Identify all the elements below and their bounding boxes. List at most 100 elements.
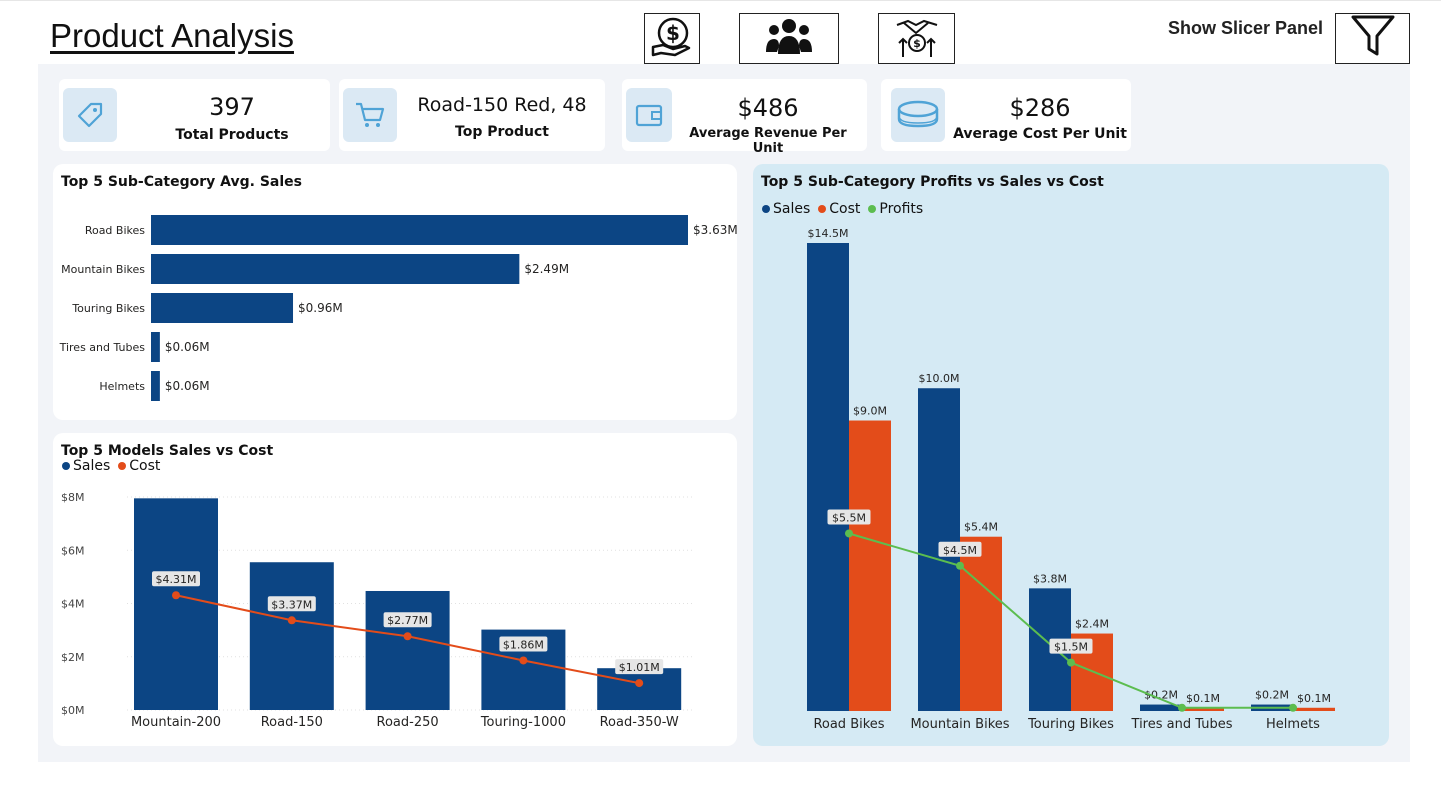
kpi-value: Road-150 Red, 48 bbox=[417, 94, 587, 116]
bar bbox=[151, 293, 294, 323]
category-label: Road Bikes bbox=[85, 224, 145, 237]
slicer-panel-button[interactable] bbox=[1335, 13, 1410, 64]
kpi-card-total-products: 397 Total Products bbox=[59, 79, 330, 151]
bar bbox=[151, 371, 160, 401]
sales-bar bbox=[249, 562, 334, 710]
cost-bar bbox=[960, 536, 1002, 711]
kpi-value: $486 bbox=[737, 94, 799, 122]
cost-data-label: $9.0M bbox=[853, 405, 887, 418]
x-tick-label: Road-150 bbox=[261, 715, 323, 730]
kpi-label: Total Products bbox=[175, 127, 289, 143]
bar bbox=[151, 254, 520, 284]
y-tick-label: $6M bbox=[61, 544, 85, 557]
filter-icon bbox=[1350, 14, 1396, 63]
models-sales-cost-chart: $0M $2M $4M $6M $8M Mountain-200 Road-150 Road-… bbox=[61, 491, 694, 730]
kpi-label: Top Product bbox=[455, 124, 549, 140]
x-tick-label: Road-250 bbox=[377, 715, 439, 730]
cost-data-label: $0.1M bbox=[1186, 692, 1220, 705]
data-label: $1.86M bbox=[503, 638, 544, 651]
sales-data-label: $0.2M bbox=[1255, 689, 1289, 702]
x-tick-label: Mountain Bikes bbox=[910, 717, 1009, 732]
tag-icon bbox=[63, 88, 117, 142]
subcategory-avg-sales-panel: Top 5 Sub-Category Avg. Sales Road Bikes… bbox=[53, 164, 737, 420]
cost-point bbox=[287, 616, 296, 625]
kpi-card-top-product: Road-150 Red, 48 Top Product bbox=[339, 79, 605, 151]
x-tick-label: Road Bikes bbox=[813, 717, 884, 732]
y-tick-label: $8M bbox=[61, 491, 85, 504]
top-bar: Product Analysis $ $ Show Slicer Panel bbox=[0, 0, 1441, 64]
kpi-card-avg-revenue: $486 Average Revenue Per Unit bbox=[622, 79, 867, 156]
category-label: Helmets bbox=[99, 380, 145, 393]
data-label: $3.37M bbox=[271, 598, 312, 611]
svg-text:$: $ bbox=[913, 37, 921, 50]
subcategory-avg-sales-chart: Road Bikes $3.63M Mountain Bikes $2.49M Tour… bbox=[59, 215, 737, 401]
coins-icon bbox=[891, 88, 945, 142]
sales-analysis-nav-button[interactable]: $ bbox=[644, 13, 700, 64]
kpi-value: $286 bbox=[1009, 94, 1071, 122]
kpi-card-avg-cost: $286 Average Cost Per Unit bbox=[881, 79, 1131, 151]
profits-data-label: $5.5M bbox=[832, 511, 866, 524]
sales-bar bbox=[134, 498, 218, 710]
page-title: Product Analysis bbox=[50, 17, 294, 54]
data-label: $0.96M bbox=[298, 301, 343, 315]
sales-data-label: $3.8M bbox=[1033, 572, 1067, 585]
kpi-label: Average Cost Per Unit bbox=[953, 126, 1127, 142]
cost-data-label: $0.1M bbox=[1297, 692, 1331, 705]
money-hand-icon: $ bbox=[649, 13, 695, 64]
profits-data-label: $4.5M bbox=[943, 544, 977, 557]
wallet-icon bbox=[626, 88, 672, 142]
data-label: $3.63M bbox=[693, 223, 737, 237]
cost-point bbox=[403, 632, 412, 641]
data-label: $2.49M bbox=[524, 262, 569, 276]
profits-point bbox=[1067, 658, 1075, 667]
cost-bar bbox=[1293, 707, 1335, 711]
x-tick-label: Helmets bbox=[1266, 717, 1320, 732]
cart-icon bbox=[343, 88, 397, 142]
cost-data-label: $5.4M bbox=[964, 521, 998, 534]
x-tick-label: Mountain-200 bbox=[131, 715, 221, 730]
kpi-value: 397 bbox=[209, 93, 255, 121]
y-tick-label: $0M bbox=[61, 704, 85, 717]
x-tick-label: Touring-1000 bbox=[480, 715, 566, 730]
cost-data-label: $2.4M bbox=[1075, 618, 1109, 631]
profits-point bbox=[1178, 703, 1186, 712]
deals-analysis-nav-button[interactable]: $ bbox=[878, 13, 955, 64]
sales-bar bbox=[807, 243, 849, 711]
x-tick-label: Touring Bikes bbox=[1027, 717, 1114, 732]
subcategory-profits-chart: $14.5M $9.0M Road Bikes $10.0M $5.4M Mountain… bbox=[807, 227, 1335, 732]
category-label: Tires and Tubes bbox=[59, 341, 146, 354]
profits-point bbox=[845, 529, 853, 538]
cost-point bbox=[172, 591, 180, 600]
y-tick-label: $4M bbox=[61, 598, 85, 611]
bar bbox=[151, 215, 688, 245]
svg-text:$: $ bbox=[666, 21, 680, 45]
data-label: $2.77M bbox=[387, 614, 428, 627]
bar bbox=[151, 332, 160, 362]
cost-point bbox=[519, 656, 528, 665]
handshake-money-icon: $ bbox=[894, 13, 940, 64]
customer-analysis-nav-button[interactable] bbox=[739, 13, 839, 64]
sales-bar bbox=[597, 668, 682, 710]
data-label: $4.31M bbox=[156, 573, 197, 586]
data-label: $0.06M bbox=[165, 379, 210, 393]
y-tick-label: $2M bbox=[61, 651, 85, 664]
category-label: Touring Bikes bbox=[71, 302, 145, 315]
slicer-panel-label: Show Slicer Panel bbox=[1168, 18, 1324, 38]
cost-bar bbox=[849, 420, 891, 711]
profits-point bbox=[956, 561, 964, 570]
kpi-label: Average Revenue Per Unit bbox=[689, 126, 847, 156]
data-label: $1.01M bbox=[619, 661, 660, 674]
category-label: Mountain Bikes bbox=[61, 263, 145, 276]
profits-point bbox=[1289, 703, 1297, 712]
x-tick-label: Tires and Tubes bbox=[1131, 717, 1233, 732]
profits-data-label: $1.5M bbox=[1054, 641, 1088, 654]
sales-data-label: $14.5M bbox=[808, 227, 849, 240]
x-tick-label: Road-350-W bbox=[600, 715, 679, 730]
models-sales-cost-panel: Top 5 Models Sales vs Cost Sales Cost $0… bbox=[53, 433, 737, 746]
cost-point bbox=[635, 679, 644, 688]
sales-bar bbox=[365, 590, 450, 710]
subcategory-profits-panel: Top 5 Sub-Category Profits vs Sales vs C… bbox=[753, 164, 1389, 746]
sales-data-label: $10.0M bbox=[919, 372, 960, 385]
people-icon bbox=[765, 16, 813, 61]
data-label: $0.06M bbox=[165, 340, 210, 354]
